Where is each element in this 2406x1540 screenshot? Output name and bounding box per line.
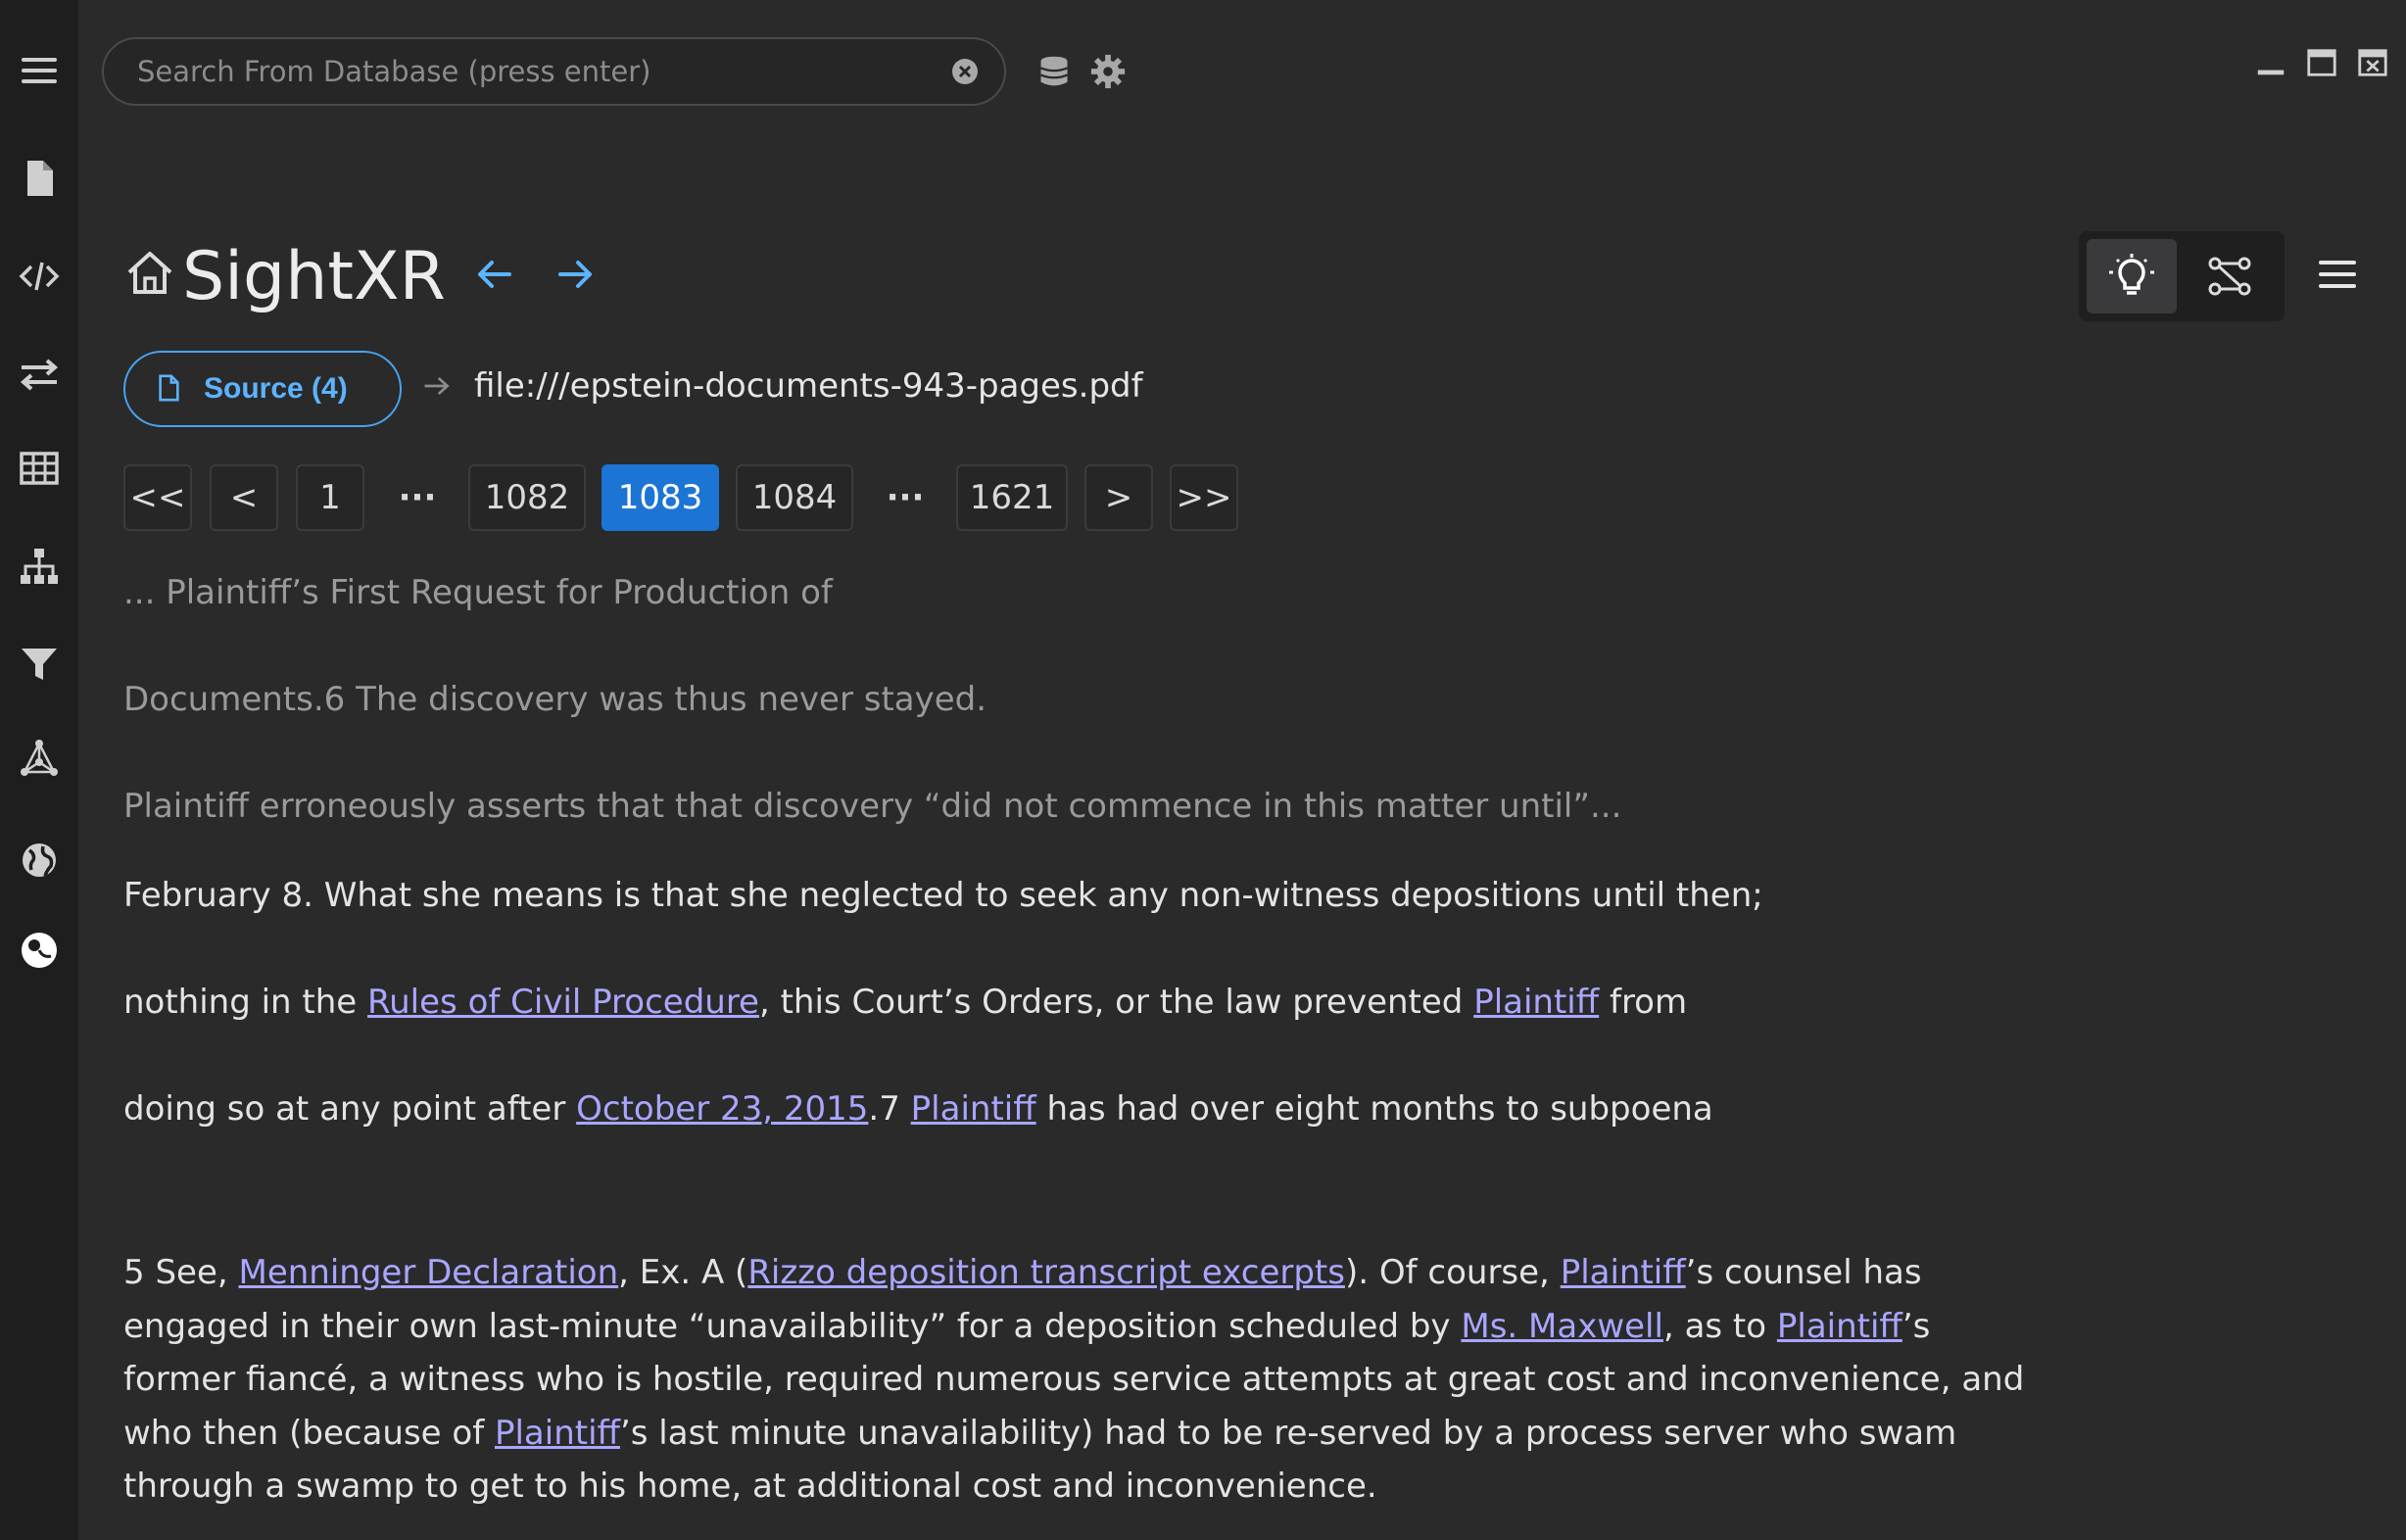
page-ellipsis: ···	[886, 478, 925, 517]
filter-icon[interactable]	[14, 639, 65, 690]
doc-text: from	[1599, 983, 1688, 1022]
home-icon[interactable]	[123, 247, 176, 300]
arrow-left-icon[interactable]	[468, 249, 519, 300]
document-icon[interactable]	[14, 153, 65, 204]
source-button[interactable]: Source (4)	[123, 351, 402, 427]
doc-link[interactable]: Plaintiff	[911, 1089, 1036, 1129]
doc-link[interactable]: Plaintiff	[1777, 1307, 1902, 1346]
file-icon	[155, 374, 182, 405]
lightbulb-icon[interactable]	[2087, 239, 2177, 313]
arrow-right-icon[interactable]	[551, 249, 602, 300]
doc-line: ... Plaintiff’s First Request for Produc…	[123, 573, 833, 612]
page-first-button[interactable]: <<	[123, 464, 192, 531]
graph-icon[interactable]	[2185, 239, 2275, 313]
doc-link[interactable]: Plaintiff	[495, 1414, 620, 1453]
minimize-icon[interactable]	[2251, 43, 2290, 82]
doc-text: doing so at any point after	[123, 1089, 577, 1129]
doc-link[interactable]: Ms. Maxwell	[1461, 1307, 1663, 1346]
doc-text: , as to	[1662, 1306, 1777, 1346]
doc-link[interactable]: Plaintiff	[1473, 983, 1599, 1022]
doc-footnote: 5 See, Menninger Declaration, Ex. A (Riz…	[123, 1246, 2044, 1514]
doc-line: February 8. What she means is that she n…	[123, 876, 1763, 915]
table-icon[interactable]	[14, 443, 65, 494]
page-last-button[interactable]: >>	[1170, 464, 1238, 531]
hierarchy-icon[interactable]	[14, 541, 65, 592]
doc-line: nothing in the Rules of Civil Procedure,…	[123, 981, 2044, 1024]
search-bar	[102, 37, 1006, 106]
doc-text: , Ex. A (	[618, 1253, 748, 1292]
close-icon[interactable]	[2353, 43, 2392, 82]
hamburger-menu-icon[interactable]	[2312, 249, 2363, 300]
theme-icon[interactable]	[14, 925, 65, 976]
database-icon[interactable]	[1030, 47, 1079, 96]
page-button[interactable]: 1084	[736, 464, 853, 531]
page-button[interactable]: 1	[296, 464, 364, 531]
menu-icon[interactable]	[14, 45, 65, 96]
doc-link[interactable]: Plaintiff	[1561, 1253, 1686, 1292]
doc-text: , this Court’s Orders, or the law preven…	[758, 983, 1474, 1022]
doc-link[interactable]: Rizzo deposition transcript excerpts	[747, 1253, 1345, 1292]
page-prev-button[interactable]: <	[210, 464, 278, 531]
page-button[interactable]: 1621	[956, 464, 1068, 531]
doc-text: .7	[868, 1089, 911, 1129]
transfer-icon[interactable]	[14, 349, 65, 400]
search-input[interactable]	[104, 39, 943, 104]
doc-text: has had over eight months to subpoena	[1035, 1089, 1713, 1129]
gear-icon[interactable]	[1083, 47, 1132, 96]
doc-line: doing so at any point after October 23, …	[123, 1087, 2044, 1131]
doc-line: Documents.6 The discovery was thus never…	[123, 680, 987, 719]
page-button[interactable]: 1082	[468, 464, 586, 531]
path-arrow-icon	[421, 370, 457, 406]
doc-link[interactable]: Menninger Declaration	[238, 1253, 618, 1292]
globe-icon[interactable]	[14, 835, 65, 886]
source-label: Source (4)	[204, 372, 348, 405]
file-path: file:///epstein-documents-943-pages.pdf	[474, 366, 1143, 406]
network-icon[interactable]	[14, 733, 65, 784]
app-title: SightXR	[182, 238, 446, 315]
doc-link[interactable]: Rules of Civil Procedure	[367, 983, 759, 1022]
doc-link[interactable]: October 23, 2015	[576, 1089, 868, 1129]
doc-text: 5 See,	[123, 1253, 239, 1292]
page-next-button[interactable]: >	[1084, 464, 1153, 531]
doc-text: nothing in the	[123, 983, 368, 1022]
page-button-current[interactable]: 1083	[602, 464, 719, 531]
left-sidebar	[0, 0, 78, 1540]
maximize-icon[interactable]	[2302, 43, 2341, 82]
page-ellipsis: ···	[398, 478, 437, 517]
doc-line: Plaintiff erroneously asserts that that …	[123, 787, 1622, 826]
clear-icon[interactable]	[943, 50, 986, 93]
view-toggle-group	[2079, 231, 2285, 321]
code-icon[interactable]	[14, 251, 65, 302]
doc-text: ). Of course,	[1344, 1253, 1561, 1292]
